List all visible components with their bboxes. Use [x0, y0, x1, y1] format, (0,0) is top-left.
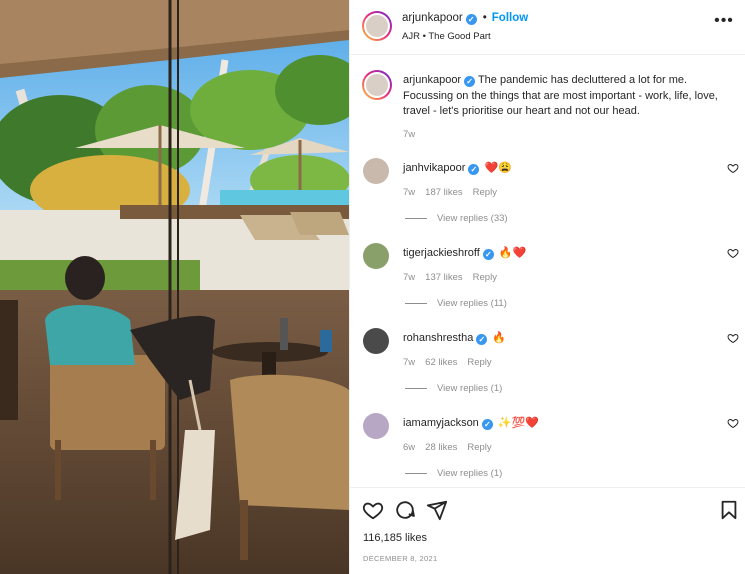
reply-button[interactable]: Reply [467, 442, 491, 453]
more-options-icon[interactable]: ••• [714, 13, 734, 34]
post-date: DECEMBER 8, 2021 [363, 554, 438, 563]
replies-divider [405, 472, 427, 474]
comment-likes[interactable]: 137 likes [425, 272, 463, 283]
heart-icon[interactable] [727, 247, 739, 259]
verified-badge-icon: ✓ [465, 14, 477, 25]
comment-item: rohanshrestha ✓ 🔥 7w 62 likes Reply View re… [350, 328, 745, 408]
comment-text: iamamyjackson ✓ ✨💯❤️ [403, 416, 539, 430]
comment-item: iamamyjackson ✓ ✨💯❤️ 6w 28 likes Reply View… [350, 413, 745, 493]
caption-text: arjunkapoor ✓ The pandemic has decluttere… [403, 73, 733, 120]
comment-likes[interactable]: 62 likes [425, 357, 457, 368]
heart-icon[interactable] [362, 499, 384, 521]
separator-dot: • [482, 12, 487, 24]
comment-emoji: 🔥❤️ [498, 247, 527, 259]
post-header: arjunkapoor ✓ • Follow AJR • The Good Part … [350, 0, 745, 55]
view-replies-button[interactable]: View replies (1) [405, 383, 502, 394]
author-line: arjunkapoor ✓ • Follow [402, 12, 528, 25]
like-count[interactable]: 116,185 likes [363, 532, 427, 544]
comment-time: 6w [403, 442, 416, 453]
verified-badge-icon: ✓ [481, 419, 493, 430]
view-replies-label: View replies (11) [437, 298, 507, 309]
comment-time: 7w [403, 357, 416, 368]
comment-meta: 7w 187 likes Reply [403, 187, 507, 198]
comment-emoji: ❤️😩 [484, 162, 512, 174]
share-icon[interactable] [426, 499, 448, 521]
replies-divider [405, 302, 427, 304]
comment-time: 7w [403, 187, 416, 198]
comment-meta: 6w 28 likes Reply [403, 442, 502, 453]
comment-item: tigerjackieshroff ✓ 🔥❤️ 7w 137 likes Reply … [350, 243, 745, 323]
caption-avatar[interactable] [362, 70, 392, 100]
comment-likes[interactable]: 28 likes [425, 442, 457, 453]
follow-button[interactable]: Follow [492, 12, 528, 24]
commenter-username[interactable]: tigerjackieshroff [403, 247, 480, 259]
bookmark-icon[interactable] [718, 499, 740, 521]
heart-icon[interactable] [727, 162, 739, 174]
commenter-avatar[interactable] [363, 158, 389, 184]
reply-button[interactable]: Reply [473, 272, 497, 283]
view-replies-label: View replies (1) [437, 383, 503, 394]
verified-badge-icon: ✓ [482, 249, 494, 260]
comment-meta: 7w 62 likes Reply [403, 357, 502, 368]
comment-text: tigerjackieshroff ✓ 🔥❤️ [403, 246, 526, 260]
caption-username[interactable]: arjunkapoor [403, 74, 461, 86]
author-username[interactable]: arjunkapoor [402, 12, 463, 24]
commenter-avatar[interactable] [363, 243, 389, 269]
verified-badge-icon: ✓ [476, 334, 488, 345]
caption-time: 7w [403, 129, 416, 140]
commenter-avatar[interactable] [363, 328, 389, 354]
reply-button[interactable]: Reply [473, 187, 497, 198]
author-avatar[interactable] [362, 11, 392, 41]
commenter-username[interactable]: janhvikapoor [403, 162, 465, 174]
comment-item: janhvikapoor ✓ ❤️😩 7w 187 likes Reply View … [350, 158, 745, 238]
comment-meta: 7w 137 likes Reply [403, 272, 507, 283]
view-replies-button[interactable]: View replies (33) [405, 213, 508, 224]
heart-icon[interactable] [727, 417, 739, 429]
comment-time: 7w [403, 272, 416, 283]
resort-scene-image [0, 0, 349, 574]
post-actions: 116,185 likes DECEMBER 8, 2021 [350, 487, 745, 574]
view-replies-label: View replies (1) [437, 468, 503, 479]
post-panel: arjunkapoor ✓ • Follow AJR • The Good Part … [349, 0, 745, 574]
commenter-username[interactable]: rohanshrestha [403, 332, 473, 344]
replies-divider [405, 387, 427, 389]
view-replies-button[interactable]: View replies (11) [405, 298, 507, 309]
verified-badge-icon: ✓ [464, 76, 476, 87]
heart-icon[interactable] [727, 332, 739, 344]
replies-divider [405, 217, 427, 219]
comment-icon[interactable] [394, 499, 416, 521]
post-photo[interactable] [0, 0, 349, 574]
reply-button[interactable]: Reply [467, 357, 491, 368]
comment-emoji: ✨💯❤️ [497, 417, 539, 429]
view-replies-button[interactable]: View replies (1) [405, 468, 502, 479]
verified-badge-icon: ✓ [468, 164, 480, 175]
comment-emoji: 🔥 [492, 332, 507, 344]
commenter-username[interactable]: iamamyjackson [403, 417, 479, 429]
commenter-avatar[interactable] [363, 413, 389, 439]
view-replies-label: View replies (33) [437, 213, 508, 224]
comment-text: janhvikapoor ✓ ❤️😩 [403, 161, 512, 175]
post-location[interactable]: AJR • The Good Part [402, 31, 491, 42]
comment-likes[interactable]: 187 likes [425, 187, 463, 198]
comment-text: rohanshrestha ✓ 🔥 [403, 331, 506, 345]
